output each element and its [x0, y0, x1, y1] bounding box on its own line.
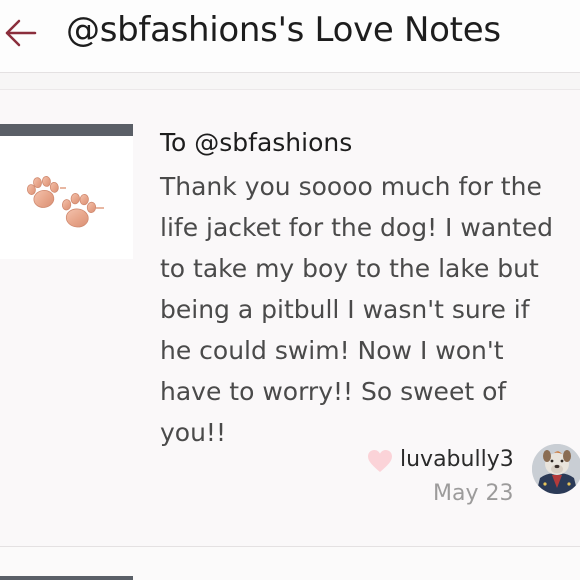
listing-thumbnail[interactable] [0, 124, 133, 350]
note-author-username[interactable]: luvabully3 [400, 444, 514, 476]
message-line: he could swim! Now I won't [160, 336, 504, 365]
message-line: being a pitbull I wasn't sure if [160, 295, 530, 324]
thumbnail-top-bar [0, 124, 133, 136]
message-line: to take my boy to the lake but [160, 254, 539, 283]
next-thumbnail-top-bar[interactable] [0, 576, 133, 580]
note-message: Thank you soooo much for the life jacket… [160, 166, 576, 453]
page-title: @sbfashions's Love Notes [66, 10, 501, 50]
back-arrow-icon [5, 19, 37, 47]
author-avatar[interactable] [532, 444, 580, 494]
message-line: Thank you soooo much for the [160, 172, 542, 201]
section-spacer [0, 73, 580, 90]
heart-icon[interactable] [367, 449, 393, 473]
paw-earrings-image [0, 136, 133, 259]
love-notes-screen: @sbfashions's Love Notes To @sbfashions … [0, 0, 580, 580]
back-button[interactable] [2, 14, 40, 52]
note-recipient: To @sbfashions [160, 128, 353, 157]
note-date: May 23 [433, 481, 514, 506]
message-line: life jacket for the dog! I wanted [160, 213, 554, 242]
header-bar: @sbfashions's Love Notes [0, 0, 580, 73]
message-line: have to worry!! So sweet of [160, 377, 507, 406]
